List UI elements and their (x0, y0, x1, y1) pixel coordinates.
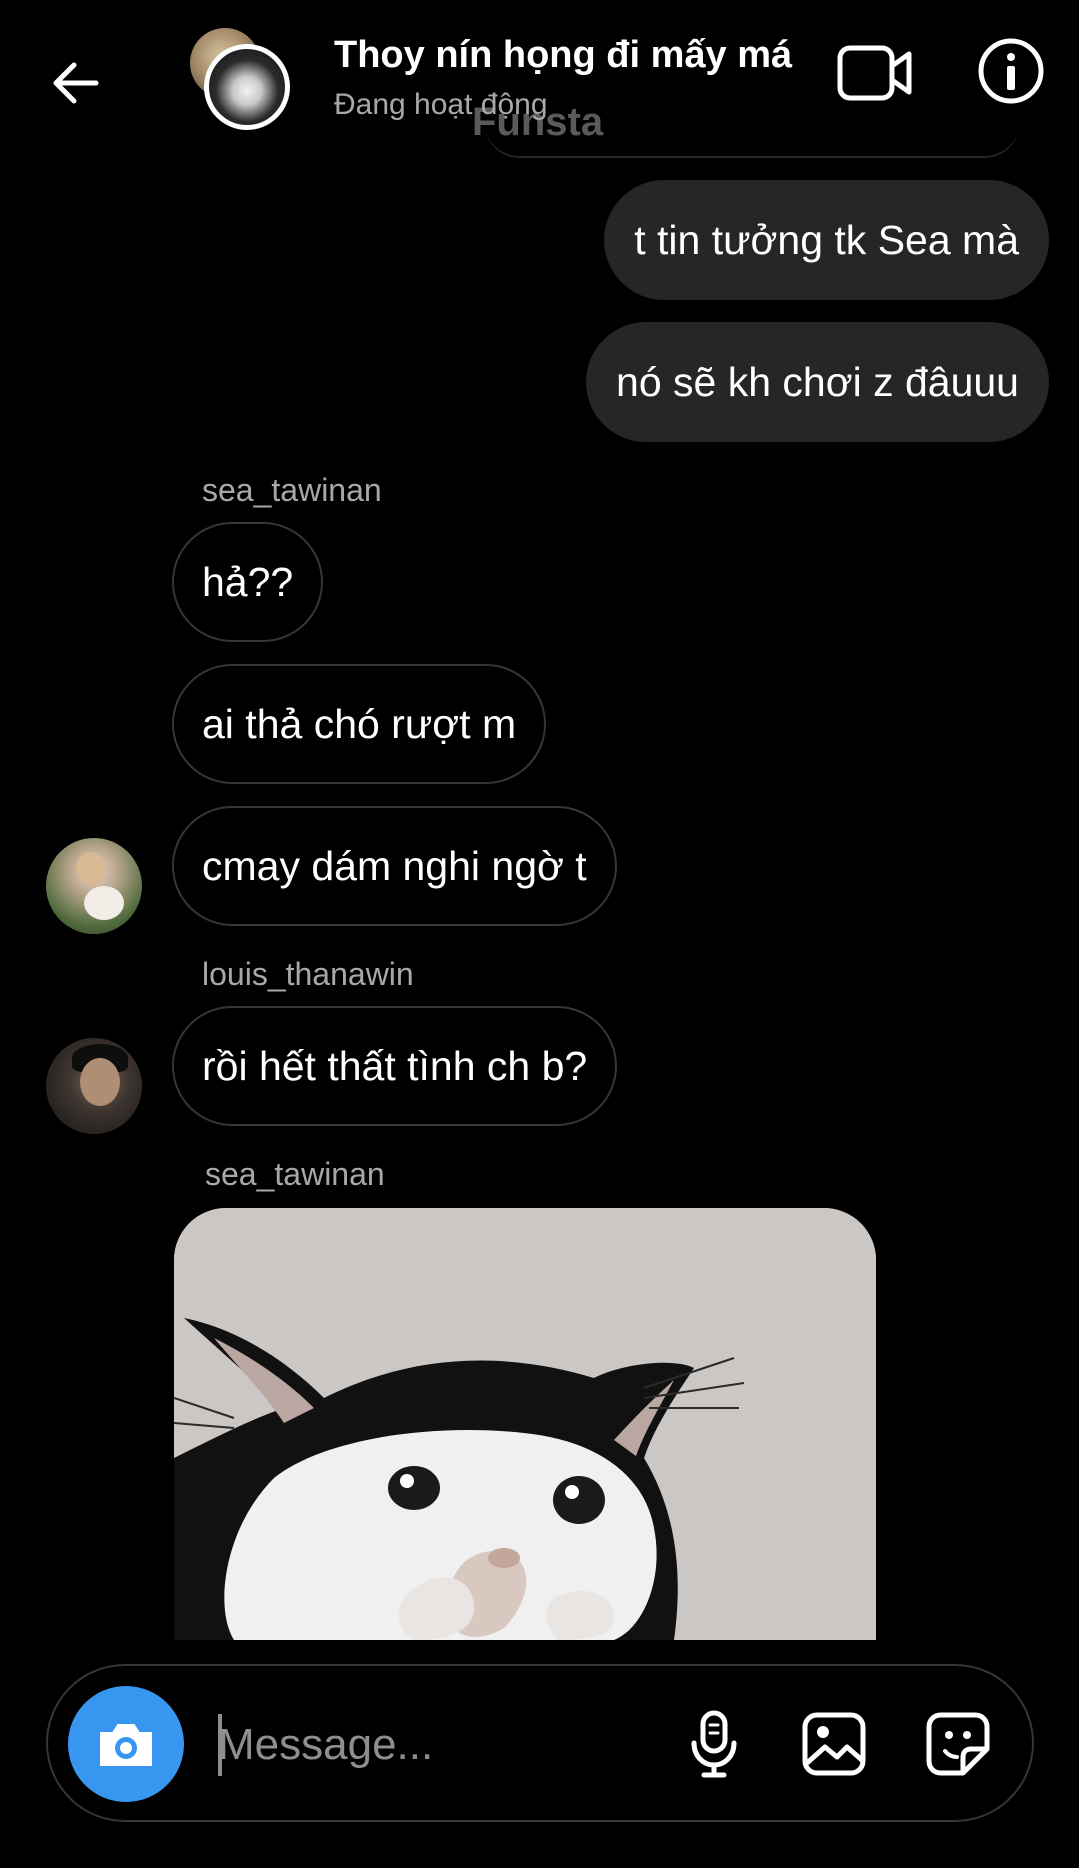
back-button[interactable] (42, 50, 108, 116)
sticker-button[interactable] (918, 1704, 998, 1784)
chat-status: Đang hoạt động (334, 88, 548, 121)
avatar-louis-thanawin[interactable] (46, 1038, 142, 1134)
arrow-left-icon (53, 62, 99, 104)
chat-title[interactable]: Thoy nín họng đi mấy má (334, 34, 792, 77)
sticker-icon (926, 1712, 990, 1776)
message-bubble-incoming[interactable]: cmay dám nghi ngờ t (172, 806, 617, 926)
microphone-icon (691, 1710, 737, 1778)
group-avatar-front (204, 44, 290, 130)
camera-icon (100, 1724, 152, 1766)
camera-button[interactable] (68, 1686, 184, 1802)
voice-message-button[interactable] (674, 1704, 754, 1784)
gallery-button[interactable] (794, 1704, 874, 1784)
chat-header: Funsta Thoy nín họng đi mấy má Đang hoạt… (0, 0, 1079, 160)
message-bubble-incoming[interactable]: ai thả chó rượt m (172, 664, 547, 784)
crying-cat-image (174, 1208, 876, 1640)
message-bubble-outgoing[interactable]: nó sẽ kh chơi z đâuuu (586, 322, 1049, 442)
message-bubble-outgoing[interactable]: t tin tưởng tk Sea mà (604, 180, 1049, 300)
video-call-button[interactable] (836, 38, 914, 108)
message-bubble-incoming[interactable]: hả?? (172, 522, 324, 642)
image-message[interactable] (174, 1208, 876, 1640)
message-input[interactable] (218, 1702, 688, 1788)
video-camera-icon (837, 45, 912, 101)
info-icon (978, 38, 1044, 104)
avatar-sea-tawinan[interactable] (46, 838, 142, 934)
message-bubble-incoming[interactable]: rồi hết thất tình ch b? (172, 1006, 618, 1126)
avatar-face (80, 1058, 120, 1106)
group-avatar[interactable] (186, 26, 296, 130)
avatar-face (76, 852, 106, 886)
image-icon (802, 1712, 866, 1776)
sender-name[interactable]: louis_thanawin (202, 956, 414, 993)
message-composer (46, 1664, 1034, 1822)
info-button[interactable] (976, 36, 1046, 106)
sender-name[interactable]: sea_tawinan (202, 472, 382, 509)
avatar-dog (84, 886, 124, 920)
sender-name[interactable]: sea_tawinan (205, 1156, 385, 1193)
